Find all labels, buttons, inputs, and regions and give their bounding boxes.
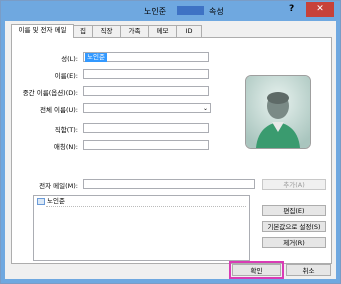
remove-email-button[interactable]: 제거(R) (262, 237, 326, 248)
last-name-label: 성(L): (61, 55, 78, 63)
list-divider (46, 206, 246, 207)
tab-name-and-email[interactable]: 이름 및 전자 메일 (11, 24, 74, 38)
set-default-button[interactable]: 기본값으로 설정(S) (262, 221, 326, 232)
email-field[interactable] (83, 179, 255, 189)
nickname-field[interactable] (83, 140, 209, 150)
display-name-label: 전체 이름(U): (39, 106, 78, 114)
job-title-label: 직함(T): (54, 126, 78, 134)
close-button[interactable]: ✕ (306, 2, 334, 17)
email-list[interactable]: 노인준 (33, 195, 250, 261)
add-email-button[interactable]: 추가(A) (262, 179, 326, 190)
last-name-field[interactable]: 노인준 (83, 52, 209, 62)
contact-card-icon (37, 198, 45, 205)
job-title-field[interactable] (83, 123, 209, 133)
help-button[interactable]: ? (289, 4, 294, 14)
tab-id[interactable]: ID (176, 25, 202, 37)
edit-email-button[interactable]: 편집(E) (262, 205, 326, 216)
display-name-select[interactable]: ⌄ (83, 103, 211, 113)
tab-notes[interactable]: 메모 (148, 25, 177, 37)
window-title-name: 노인준 (144, 7, 167, 16)
nickname-label: 애칭(N): (53, 143, 78, 151)
middle-name-field[interactable] (83, 86, 209, 96)
tab-home[interactable]: 집 (73, 25, 93, 37)
title-bar[interactable]: 노인준 속성 ? ✕ (1, 1, 340, 20)
last-name-value: 노인준 (85, 53, 107, 62)
person-avatar-icon (246, 76, 310, 148)
tab-family[interactable]: 가족 (120, 25, 149, 37)
title-highlight (177, 6, 204, 15)
dialog-body: 이름 및 전자 메일 집 직장 가족 메모 ID 성(L): 노인준 이름(E)… (5, 21, 336, 279)
chevron-down-icon: ⌄ (202, 105, 208, 112)
list-item[interactable]: 노인준 (36, 197, 246, 206)
contact-photo[interactable] (245, 75, 311, 149)
first-name-field[interactable] (83, 69, 209, 79)
ok-button[interactable]: 확인 (232, 264, 281, 276)
first-name-label: 이름(E): (54, 72, 78, 80)
cancel-button[interactable]: 취소 (286, 264, 331, 276)
contact-properties-window: 노인준 속성 ? ✕ 이름 및 전자 메일 집 직장 가족 메모 ID 성(L)… (0, 0, 341, 284)
email-entry-label: 노인준 (47, 197, 65, 205)
tab-panel: 성(L): 노인준 이름(E): 중간 이름(옵션)(D): 전체 이름(U):… (11, 37, 332, 264)
middle-name-label: 중간 이름(옵션)(D): (22, 89, 78, 97)
email-label: 전자 메일(M): (39, 182, 78, 190)
window-title-suffix: 속성 (209, 7, 224, 16)
tab-work[interactable]: 직장 (92, 25, 121, 37)
